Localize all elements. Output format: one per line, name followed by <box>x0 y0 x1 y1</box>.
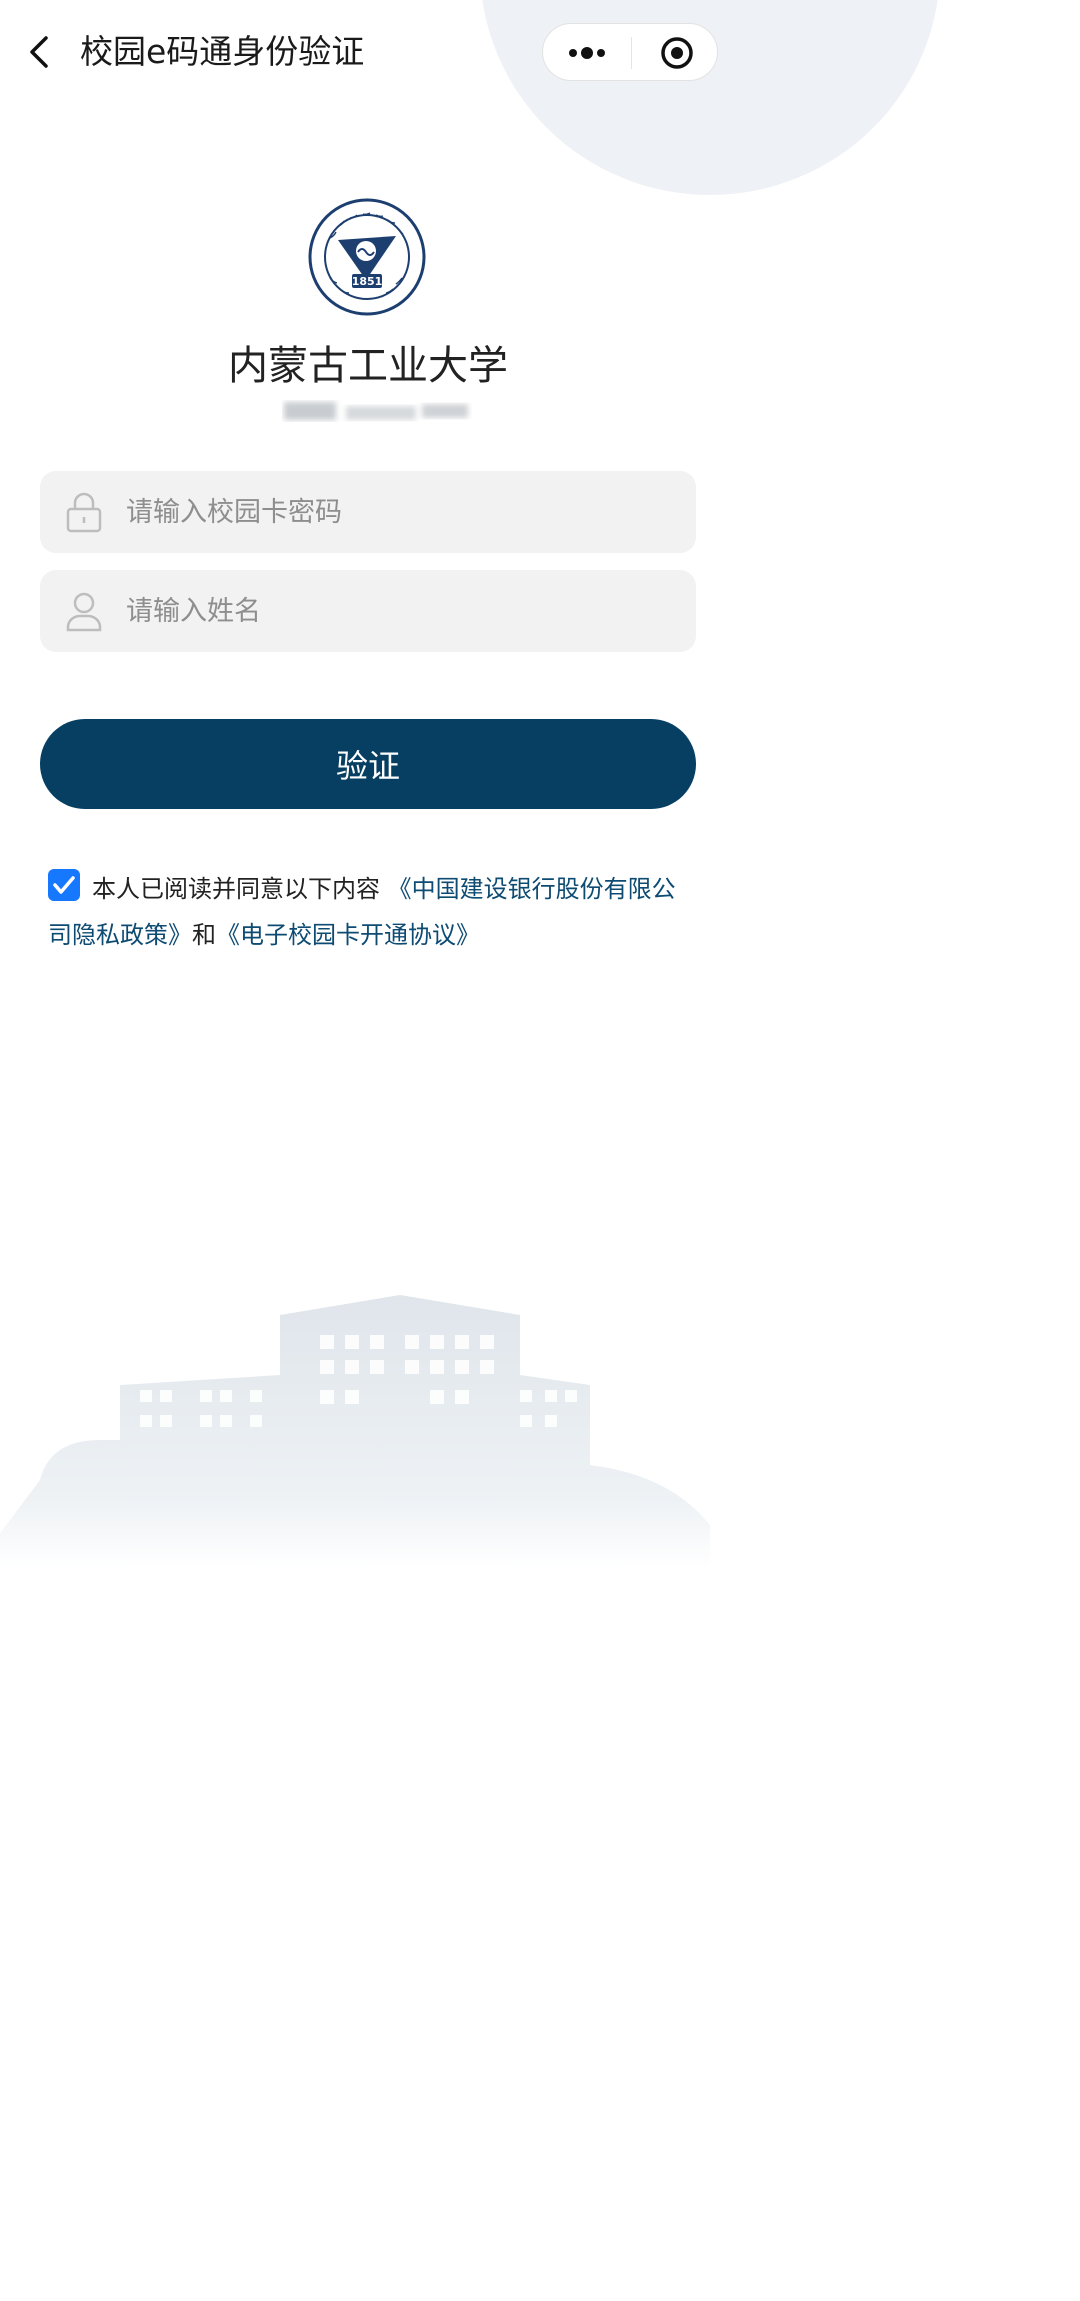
chevron-left-icon <box>30 36 48 68</box>
more-dots-icon <box>569 47 605 59</box>
agreement: 本人已阅读并同意以下内容 《中国建设银行股份有限公司隐私政策》和《电子校园卡开通… <box>48 866 698 958</box>
agreement-joiner: 和 <box>192 921 216 949</box>
mini-program-capsule <box>542 23 718 81</box>
back-button[interactable] <box>22 30 62 74</box>
close-button[interactable] <box>632 24 718 80</box>
target-close-icon <box>661 37 693 69</box>
user-icon <box>66 592 102 632</box>
checkmark-icon <box>53 876 75 894</box>
password-input[interactable] <box>126 471 676 553</box>
page-title: 校园e码通身份验证 <box>80 32 365 71</box>
more-button[interactable] <box>543 24 631 80</box>
name-field <box>40 570 696 652</box>
agreement-text: 本人已阅读并同意以下内容 <box>92 875 388 903</box>
name-input[interactable] <box>126 570 676 652</box>
top-bar: 校园e码通身份验证 <box>0 0 736 100</box>
school-logo: 1851 <box>308 198 426 316</box>
blurred-subtitle <box>284 402 468 420</box>
campus-building-illustration <box>0 1295 710 1568</box>
agreement-checkbox[interactable] <box>48 869 80 901</box>
school-name: 内蒙古工业大学 <box>228 343 508 389</box>
password-field <box>40 471 696 553</box>
logo-year: 1851 <box>352 275 383 288</box>
lock-icon <box>66 492 102 533</box>
verify-button[interactable]: 验证 <box>40 719 696 809</box>
campus-card-agreement-link[interactable]: 《电子校园卡开通协议》 <box>216 921 480 949</box>
